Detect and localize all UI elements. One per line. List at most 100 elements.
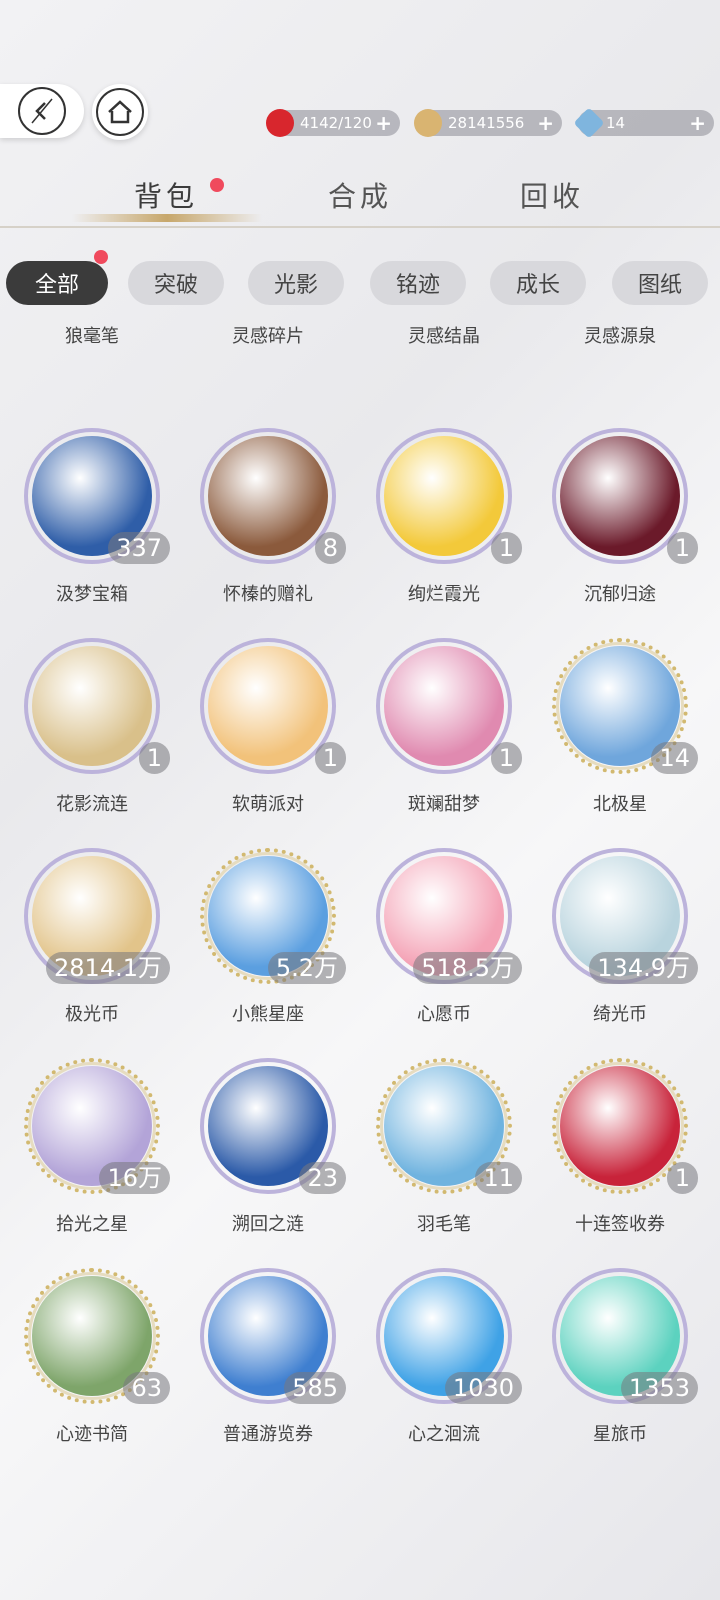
filter-all-notification-dot [94, 250, 108, 264]
inventory-item[interactable]: 1 斑斓甜梦 [356, 638, 532, 838]
inventory-item[interactable]: 25灵感碎片 [180, 320, 356, 370]
active-tab-underline [72, 214, 262, 222]
item-count: 5.2万 [267, 952, 346, 984]
item-icon [208, 436, 328, 556]
item-name: 心迹书简 [56, 1424, 128, 1445]
item-count: 1 [490, 742, 522, 774]
item-name: 斑斓甜梦 [408, 794, 480, 815]
item-count: 585 [284, 1372, 346, 1404]
item-name: 狼毫笔 [65, 326, 119, 347]
item-icon [560, 436, 680, 556]
item-icon [560, 1066, 680, 1186]
inventory-item[interactable]: 337 汲梦宝箱 [4, 428, 180, 628]
item-count: 1 [138, 742, 170, 774]
stamina-value: 4142/120 [300, 114, 372, 132]
item-count: 134.9万 [589, 952, 698, 984]
inventory-item[interactable]: 16万拾光之星 [4, 1058, 180, 1258]
inventory-item[interactable]: 1 沉郁归途 [532, 428, 708, 628]
add-stamina-button[interactable]: + [375, 111, 392, 135]
item-name: 拾光之星 [56, 1214, 128, 1235]
filter-all[interactable]: 全部 [6, 261, 108, 305]
item-name: 普通游览券 [223, 1424, 313, 1445]
item-name: 绮光币 [593, 1004, 647, 1025]
item-count: 11 [475, 1162, 522, 1194]
item-count: 8 [314, 532, 346, 564]
inventory-item[interactable]: 1 软萌派对 [180, 638, 356, 838]
home-button[interactable] [92, 84, 148, 140]
diamond-icon [573, 107, 605, 139]
inventory-item[interactable]: 1 花影流连 [4, 638, 180, 838]
diamond-value: 14 [606, 114, 626, 132]
filter-breakthrough[interactable]: 突破 [128, 261, 224, 305]
item-name: 花影流连 [56, 794, 128, 815]
inventory-item[interactable]: 134.9万绮光币 [532, 848, 708, 1048]
diamond-resource[interactable]: 14 + [573, 107, 714, 139]
item-name: 沉郁归途 [584, 584, 656, 605]
item-name: 绚烂霞光 [408, 584, 480, 605]
item-name: 灵感源泉 [584, 326, 656, 347]
item-count: 16万 [99, 1162, 170, 1194]
item-name: 汲梦宝箱 [56, 584, 128, 605]
inventory-item[interactable]: 19灵感源泉 [532, 320, 708, 370]
item-count: 23 [299, 1162, 346, 1194]
inventory-item[interactable]: 14 北极星 [532, 638, 708, 838]
inventory-item[interactable]: 8 怀榛的赠礼 [180, 428, 356, 628]
item-count: 518.5万 [413, 952, 522, 984]
item-name: 星旅币 [593, 1424, 647, 1445]
item-icon [384, 646, 504, 766]
main-tabs: 背包 合成 回收 [0, 175, 720, 231]
home-icon [96, 88, 144, 136]
back-button[interactable] [0, 84, 84, 138]
stamina-resource[interactable]: 4142/120 + [266, 109, 400, 137]
item-name: 溯回之涟 [232, 1214, 304, 1235]
gold-resource[interactable]: 28141556 + [414, 109, 562, 137]
inventory-item[interactable]: 585 普通游览券 [180, 1268, 356, 1468]
item-count: 2814.1万 [46, 952, 170, 984]
top-bar: 4142/120 + 28141556 + 14 + [0, 80, 720, 140]
inventory-item[interactable]: 1 绚烂霞光 [356, 428, 532, 628]
inventory-item[interactable]: 23 溯回之涟 [180, 1058, 356, 1258]
filter-growth[interactable]: 成长 [490, 261, 586, 305]
inventory-item[interactable]: 1030 心之洄流 [356, 1268, 532, 1468]
filter-blueprint[interactable]: 图纸 [612, 261, 708, 305]
inventory-item[interactable]: 11 羽毛笔 [356, 1058, 532, 1258]
gold-value: 28141556 [448, 114, 525, 132]
item-name: 极光币 [65, 1004, 119, 1025]
item-icon [32, 646, 152, 766]
item-name: 怀榛的赠礼 [223, 584, 313, 605]
item-name: 心之洄流 [408, 1424, 480, 1445]
item-name: 小熊星座 [232, 1004, 304, 1025]
inventory-item[interactable]: 1353 星旅币 [532, 1268, 708, 1468]
add-gold-button[interactable]: + [537, 111, 554, 135]
item-name: 十连签收券 [575, 1214, 665, 1235]
item-count: 1030 [444, 1372, 522, 1404]
inventory-item[interactable]: 314灵感结晶 [356, 320, 532, 370]
inventory-item[interactable]: 63 心迹书简 [4, 1268, 180, 1468]
item-name: 灵感碎片 [232, 326, 304, 347]
back-icon [18, 87, 66, 135]
item-count: 63 [123, 1372, 170, 1404]
tab-recycle[interactable]: 回收 [520, 175, 584, 215]
tab-synthesis[interactable]: 合成 [328, 175, 392, 215]
item-icon [384, 436, 504, 556]
inventory-item[interactable]: 5.2万小熊星座 [180, 848, 356, 1048]
apple-icon [266, 109, 294, 137]
item-name: 羽毛笔 [417, 1214, 471, 1235]
inventory-item[interactable]: 1 十连签收券 [532, 1058, 708, 1258]
backpack-notification-dot [210, 178, 224, 192]
filter-light-shadow[interactable]: 光影 [248, 261, 344, 305]
add-diamond-button[interactable]: + [689, 111, 706, 135]
item-count: 1 [666, 532, 698, 564]
gold-coin-icon [414, 109, 442, 137]
item-count: 337 [108, 532, 170, 564]
item-count: 14 [651, 742, 698, 774]
tab-divider [0, 226, 720, 228]
filter-inscription[interactable]: 铭迹 [370, 261, 466, 305]
inventory-item[interactable]: 518.5万 心愿币 [356, 848, 532, 1048]
item-name: 软萌派对 [232, 794, 304, 815]
item-count: 1 [490, 532, 522, 564]
inventory-item[interactable]: 210狼毫笔 [4, 320, 180, 370]
tab-backpack[interactable]: 背包 [134, 175, 198, 215]
item-name: 灵感结晶 [408, 326, 480, 347]
inventory-item[interactable]: 2814.1万极光币 [4, 848, 180, 1048]
